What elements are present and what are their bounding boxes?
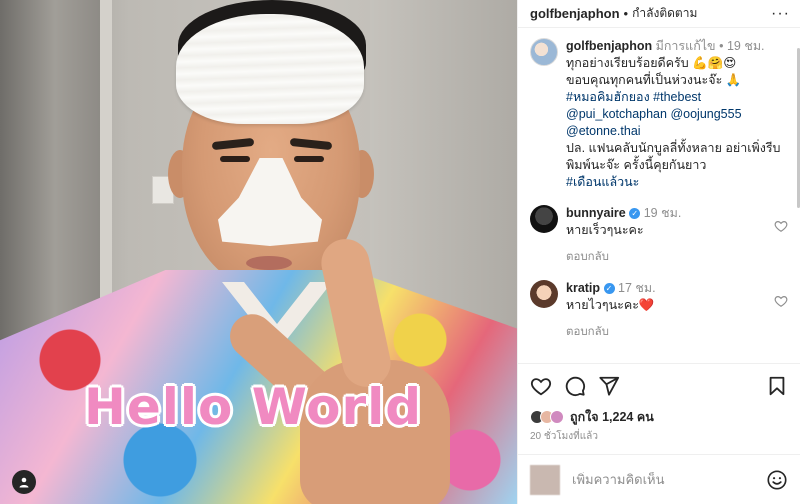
- comment-username[interactable]: bunnyaire: [566, 206, 626, 220]
- liker-avatar: [550, 410, 564, 424]
- left-eye: [220, 156, 250, 162]
- hashtag-link[interactable]: #เดือนแล้วนะ: [566, 175, 639, 189]
- save-bookmark-icon[interactable]: [766, 375, 788, 397]
- head-bandage: [176, 14, 364, 124]
- comment-item: kratip ✓ 17 ชม. หายไวๆนะคะ❤️ ตอบกลับ: [530, 280, 788, 341]
- comment-time: 19 ชม.: [643, 206, 682, 220]
- comment-bubble-icon[interactable]: [564, 375, 586, 397]
- mention-link[interactable]: @pui_kotchaphan: [566, 107, 667, 121]
- more-options-button[interactable]: ···: [771, 5, 790, 23]
- like-heart-icon[interactable]: [530, 375, 552, 397]
- comments-section[interactable]: golfbenjaphon มีการแก้ไข • 19 ชม. ทุกอย่…: [518, 28, 800, 363]
- reply-button[interactable]: ตอบกลับ: [566, 249, 681, 266]
- comment-time: 17 ชม.: [618, 281, 656, 295]
- author-avatar[interactable]: [530, 38, 558, 66]
- reply-button[interactable]: ตอบกลับ: [566, 324, 656, 341]
- likes-label: ถูกใจ: [570, 410, 599, 424]
- mention-link[interactable]: @oojung555: [670, 107, 741, 121]
- likes-summary[interactable]: ถูกใจ 1,224 คน: [518, 407, 800, 427]
- comment-body: bunnyaire ✓ 19 ชม. หายเร็วๆนะคะ ตอบกลับ: [566, 205, 681, 266]
- add-comment-input[interactable]: [572, 472, 766, 487]
- comment-text: หายเร็วๆนะคะ: [566, 223, 644, 237]
- tagged-users-button[interactable]: [12, 470, 36, 494]
- post-header: golfbenjaphon • กำลังติดตาม ···: [518, 0, 800, 28]
- mouth: [246, 256, 292, 270]
- verified-badge-icon: ✓: [603, 283, 615, 294]
- caption-line: ทุกอย่างเรียบร้อยดีครับ 💪🤗😍: [566, 56, 737, 70]
- hello-world-sticker: Hello World: [84, 378, 423, 436]
- instagram-post: Hello World golfbenjaphon • กำลังติดตาม …: [0, 0, 800, 504]
- likes-unit: คน: [636, 410, 654, 424]
- caption-line: ปล. แฟนคลับนักบูลลี่ทั้งหลาย อย่าเพิ่งรี…: [566, 141, 781, 172]
- separator-dot: •: [623, 6, 629, 21]
- comment-item: bunnyaire ✓ 19 ชม. หายเร็วๆนะคะ ตอบกลับ: [530, 205, 788, 266]
- share-paper-plane-icon[interactable]: [598, 375, 620, 397]
- post-photo: Hello World: [0, 0, 517, 504]
- likes-count: 1,224: [602, 410, 634, 424]
- hashtag-link[interactable]: #หมอคิมฮักยอง: [566, 90, 650, 104]
- mention-link[interactable]: @etonne.thai: [566, 124, 641, 138]
- like-comment-heart-icon[interactable]: [774, 294, 788, 308]
- caption-text: golfbenjaphon มีการแก้ไข • 19 ชม. ทุกอย่…: [566, 38, 788, 191]
- add-comment-bar: [518, 454, 800, 504]
- commenter-avatar[interactable]: [530, 280, 558, 308]
- caption-line: ขอบคุณทุกคนที่เป็นห่วงนะจ๊ะ 🙏: [566, 73, 742, 87]
- separator-dot: •: [719, 39, 724, 53]
- post-time-ago: 20 ชั่วโมงที่แล้ว: [530, 431, 598, 442]
- post-caption: golfbenjaphon มีการแก้ไข • 19 ชม. ทุกอย่…: [530, 38, 788, 191]
- right-eye: [294, 156, 324, 162]
- edited-label: มีการแก้ไข: [655, 39, 716, 53]
- emoji-picker-icon[interactable]: [766, 469, 788, 491]
- like-comment-heart-icon[interactable]: [774, 219, 788, 233]
- hashtag-link[interactable]: #thebest: [653, 90, 701, 104]
- verified-badge-icon: ✓: [629, 208, 641, 219]
- person-icon: [19, 477, 29, 488]
- comment-body: kratip ✓ 17 ชม. หายไวๆนะคะ❤️ ตอบกลับ: [566, 280, 656, 341]
- caption-time: 19 ชม.: [726, 39, 765, 53]
- comment-text: หายไวๆนะคะ❤️: [566, 298, 655, 312]
- current-user-avatar: [530, 464, 560, 495]
- post-side-panel: golfbenjaphon • กำลังติดตาม ··· golfbenj…: [517, 0, 800, 504]
- commenter-avatar[interactable]: [530, 205, 558, 233]
- header-username[interactable]: golfbenjaphon: [530, 6, 620, 21]
- comment-username[interactable]: kratip: [566, 281, 600, 295]
- post-actions-bar: [518, 363, 800, 407]
- caption-username[interactable]: golfbenjaphon: [566, 39, 652, 53]
- likes-count-text: ถูกใจ 1,224 คน: [570, 407, 654, 427]
- following-button[interactable]: กำลังติดตาม: [632, 4, 697, 23]
- liker-avatars: [530, 410, 564, 424]
